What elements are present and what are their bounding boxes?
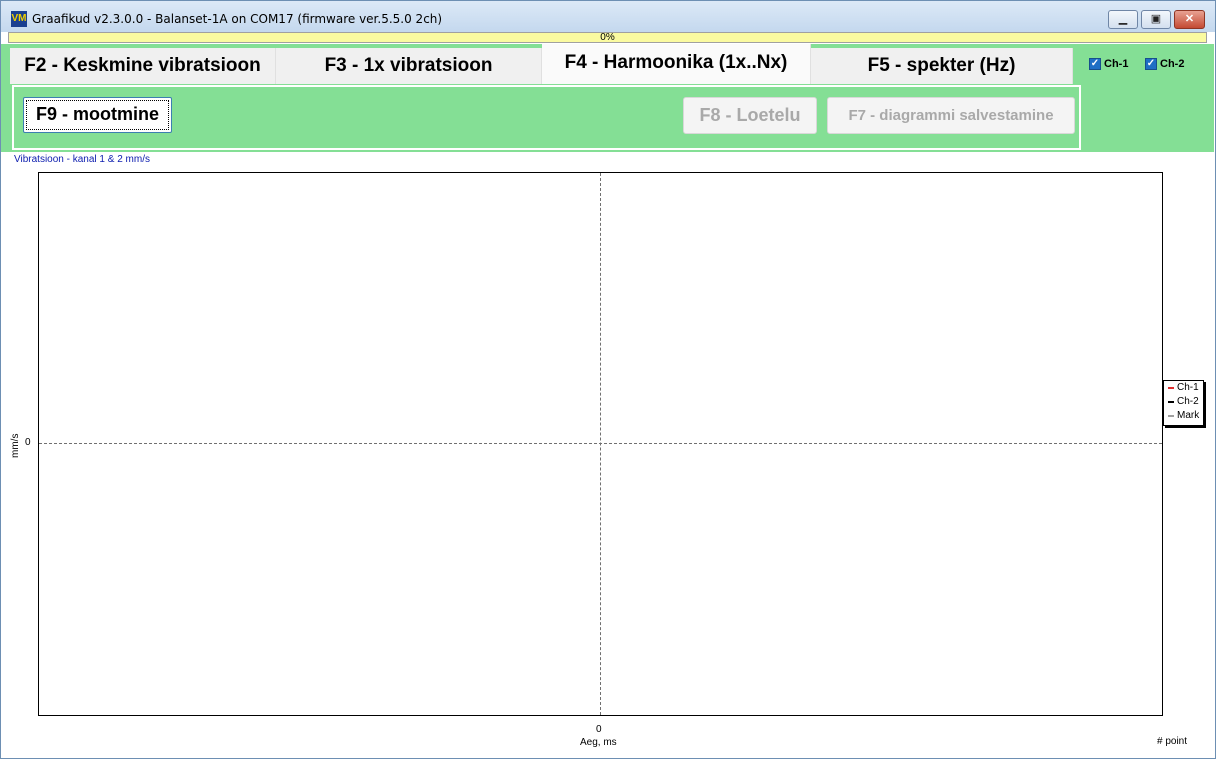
save-chart-button[interactable]: F7 - diagrammi salvestamine: [827, 97, 1075, 134]
horizontal-gridline: [39, 443, 1162, 444]
tab-harmonics[interactable]: F4 - Harmoonika (1x..Nx): [542, 44, 811, 84]
legend-swatch: [1168, 387, 1174, 389]
progress-label: 0%: [600, 32, 615, 43]
checkmark-icon: ✓: [1145, 58, 1157, 71]
maximize-button[interactable]: ▣: [1141, 10, 1171, 29]
legend-swatch: [1168, 401, 1174, 403]
channel-1-label: Ch-1: [1104, 58, 1129, 70]
tab-spectrum[interactable]: F5 - spekter (Hz): [811, 48, 1073, 84]
chart-legend: Ch-1 Ch-2 Mark: [1163, 380, 1204, 426]
minimize-button[interactable]: ▁: [1108, 10, 1138, 29]
minimize-icon: ▁: [1118, 13, 1128, 25]
app-logo-icon: VM: [11, 11, 27, 27]
channel-2-checkbox[interactable]: ✓ Ch-2: [1145, 58, 1184, 72]
close-button[interactable]: ✕: [1174, 10, 1205, 29]
legend-swatch: [1168, 415, 1174, 417]
y-axis-label: mm/s: [10, 433, 21, 458]
tab-average-vibration[interactable]: F2 - Keskmine vibratsioon: [10, 48, 276, 84]
legend-item: Ch-2: [1164, 395, 1203, 409]
list-button[interactable]: F8 - Loetelu: [683, 97, 817, 134]
chart-title: Vibratsioon - kanal 1 & 2 mm/s: [14, 154, 150, 165]
progress-bar: 0%: [8, 32, 1207, 43]
measure-button[interactable]: F9 - mootmine: [23, 97, 172, 133]
checkmark-icon: ✓: [1089, 58, 1101, 71]
legend-item: Ch-1: [1164, 381, 1203, 395]
legend-label: Ch-1: [1177, 382, 1199, 393]
maximize-icon: ▣: [1150, 13, 1162, 25]
channel-2-label: Ch-2: [1160, 58, 1185, 70]
x-tick-label: 0: [596, 724, 602, 735]
x-axis-label: Aeg, ms: [580, 737, 617, 748]
legend-label: Mark: [1177, 410, 1200, 421]
title-bar[interactable]: VM Graafikud v2.3.0.0 - Balanset-1A on C…: [1, 1, 1215, 32]
close-icon: ✕: [1184, 13, 1195, 25]
legend-item: Mark: [1164, 409, 1203, 423]
tab-1x-vibration[interactable]: F3 - 1x vibratsioon: [276, 48, 542, 84]
tab-strip: F2 - Keskmine vibratsioon F3 - 1x vibrat…: [10, 44, 1073, 84]
x-axis-point-label: # point: [1157, 736, 1188, 747]
y-tick-label: 0: [25, 437, 31, 448]
window-title: Graafikud v2.3.0.0 - Balanset-1A on COM1…: [32, 12, 443, 26]
vertical-gridline: [600, 173, 601, 715]
legend-label: Ch-2: [1177, 396, 1199, 407]
channel-1-checkbox[interactable]: ✓ Ch-1: [1089, 58, 1128, 72]
